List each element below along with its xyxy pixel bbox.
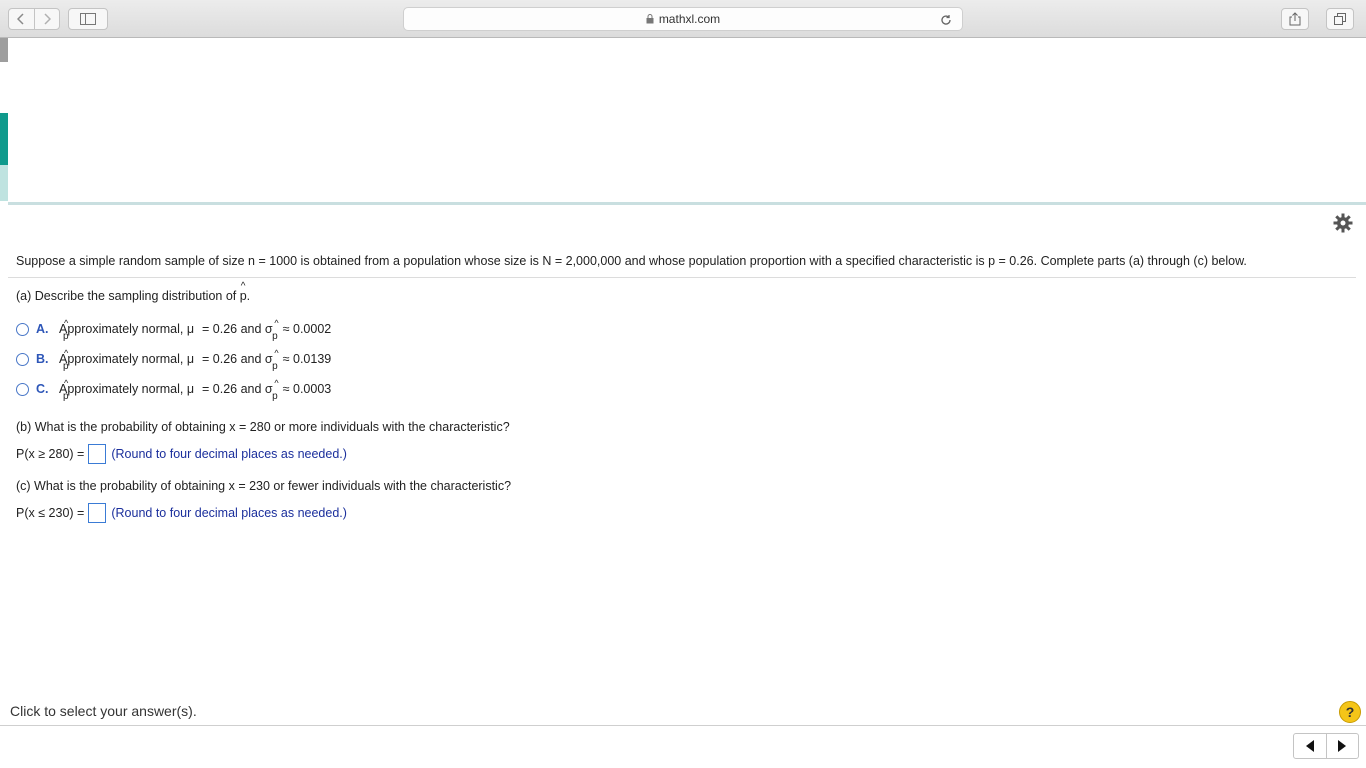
p-hat-symbol: p xyxy=(240,281,247,303)
tabs-overview-button[interactable] xyxy=(1326,8,1354,30)
tabs-icon xyxy=(1334,13,1346,25)
gear-icon xyxy=(1333,213,1353,233)
part-c-hint: (Round to four decimal places as needed.… xyxy=(111,506,347,520)
status-text: Click to select your answer(s). xyxy=(10,703,197,719)
option-a-letter: A. xyxy=(36,322,49,336)
part-c-prompt: P(x ≤ 230) = xyxy=(16,506,85,520)
part-c-label: (c) What is the probability of obtaining… xyxy=(16,479,512,493)
radio-c[interactable] xyxy=(16,382,29,396)
left-accent-teal xyxy=(0,113,8,165)
reload-button[interactable] xyxy=(938,12,954,28)
radio-a[interactable] xyxy=(16,322,29,336)
url-text: mathxl.com xyxy=(658,12,721,26)
forward-button[interactable] xyxy=(33,9,59,29)
next-question-button[interactable] xyxy=(1325,734,1358,758)
question-pager xyxy=(1293,733,1359,759)
chevron-right-icon xyxy=(44,13,51,25)
previous-question-button[interactable] xyxy=(1294,734,1326,758)
option-b-sd: ≈ 0.0139 xyxy=(282,352,332,366)
part-b-answer-line: P(x ≥ 280) = (Round to four decimal plac… xyxy=(16,443,347,465)
option-a-mu: Approximately normal, μ ^ p xyxy=(59,318,195,342)
part-c-answer-line: P(x ≤ 230) = (Round to four decimal plac… xyxy=(16,502,347,524)
left-accent-teal-light xyxy=(0,165,8,201)
triangle-left-icon xyxy=(1305,740,1314,752)
part-b-label: (b) What is the probability of obtaining… xyxy=(16,420,510,434)
back-button[interactable] xyxy=(9,9,34,29)
option-c-sd: ≈ 0.0003 xyxy=(282,382,332,396)
part-c-answer-input[interactable] xyxy=(88,503,107,523)
left-accent-gray xyxy=(0,38,8,62)
option-c[interactable]: C. Approximately normal, μ ^ p = 0.26 and … xyxy=(16,378,332,402)
option-c-mean: = 0.26 and σ ^ p xyxy=(202,378,279,402)
option-b-mean: = 0.26 and σ ^ p xyxy=(202,348,279,372)
settings-button[interactable] xyxy=(1333,213,1353,233)
sidebar-toggle-button[interactable] xyxy=(68,8,108,30)
option-b[interactable]: B. Approximately normal, μ ^ p = 0.26 and … xyxy=(16,348,332,372)
option-b-mu: Approximately normal, μ ^ p xyxy=(59,348,195,372)
triangle-right-icon xyxy=(1338,740,1347,752)
part-b-hint: (Round to four decimal places as needed.… xyxy=(111,447,347,461)
option-c-letter: C. xyxy=(36,382,49,396)
help-button[interactable]: ? xyxy=(1339,701,1361,723)
share-button[interactable] xyxy=(1281,8,1309,30)
option-c-mu: Approximately normal, μ ^ p xyxy=(59,378,195,402)
part-b-prompt: P(x ≥ 280) = xyxy=(16,447,85,461)
part-a-suffix: . xyxy=(246,289,251,303)
question-divider xyxy=(8,277,1356,278)
share-icon xyxy=(1289,12,1301,26)
browser-toolbar: mathxl.com xyxy=(0,0,1366,38)
radio-b[interactable] xyxy=(16,352,29,366)
reload-icon xyxy=(941,15,951,25)
option-a[interactable]: A. Approximately normal, μ ^ p = 0.26 and … xyxy=(16,318,332,342)
part-b-answer-input[interactable] xyxy=(88,444,107,464)
option-a-sd: ≈ 0.0002 xyxy=(282,322,332,336)
address-bar[interactable]: mathxl.com xyxy=(403,7,963,31)
part-a-label: (a) Describe the sampling distribution o… xyxy=(16,281,251,303)
footer-divider xyxy=(0,725,1366,726)
option-a-mean: = 0.26 and σ ^ p xyxy=(202,318,279,342)
sidebar-icon xyxy=(80,13,96,25)
chevron-left-icon xyxy=(17,13,25,25)
lock-icon xyxy=(646,14,654,24)
nav-buttons xyxy=(8,8,60,30)
header-divider xyxy=(8,202,1366,205)
part-a-prefix: (a) Describe the sampling distribution o… xyxy=(16,289,240,303)
question-intro: Suppose a simple random sample of size n… xyxy=(16,254,1247,268)
option-b-letter: B. xyxy=(36,352,49,366)
